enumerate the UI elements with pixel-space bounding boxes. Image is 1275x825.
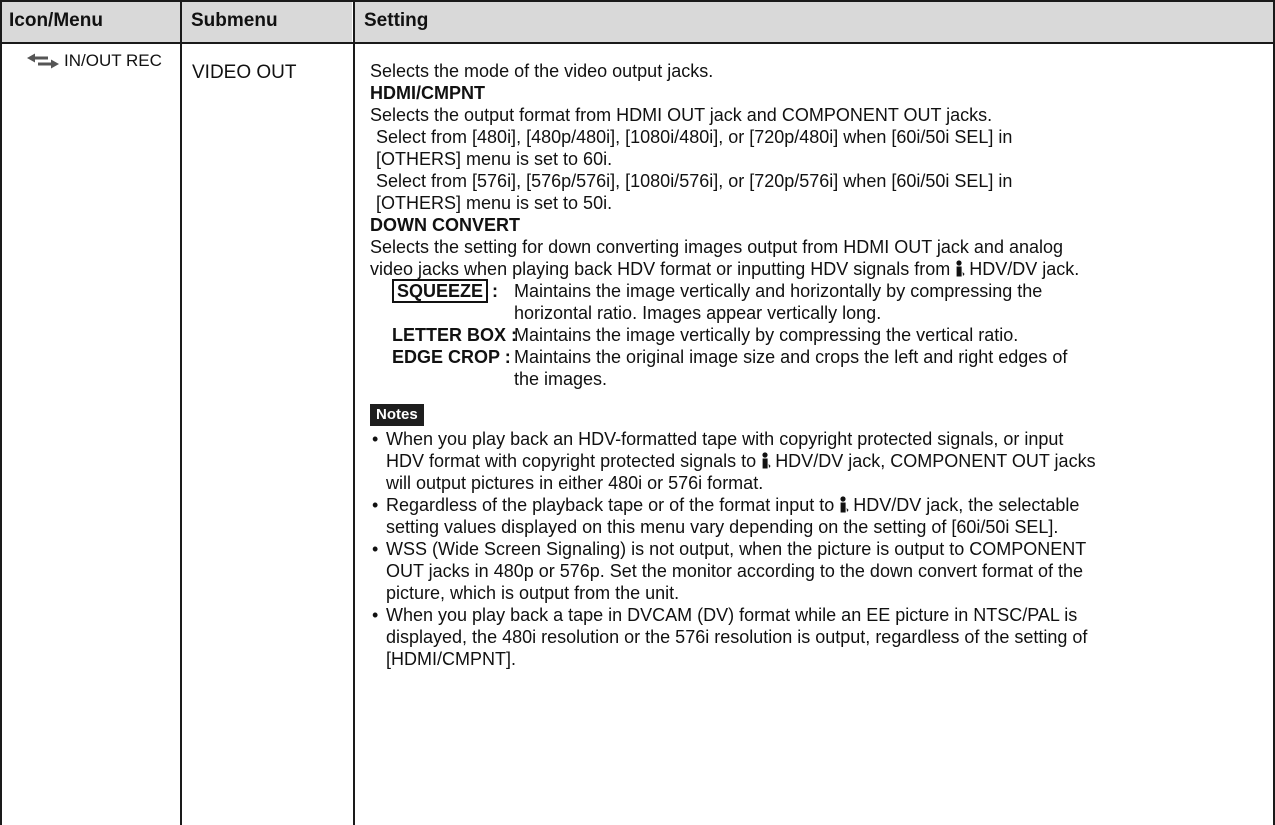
note-4-line3: [HDMI/CMPNT].	[386, 649, 516, 669]
select-50i-line2: [OTHERS] menu is set to 50i.	[376, 193, 613, 213]
header-submenu: Submenu	[191, 10, 278, 31]
select-60i-line1: Select from [480i], [480p/480i], [1080i/…	[376, 127, 1013, 147]
dv-jack-icon	[956, 260, 965, 277]
option-edge-crop-desc: Maintains the original image size and cr…	[514, 347, 1068, 389]
note-4-line2: displayed, the 480i resolution or the 57…	[386, 627, 1088, 647]
hdmi-cmpnt-heading: HDMI/CMPNT	[370, 83, 485, 103]
setting-description: Selects the mode of the video output jac…	[370, 60, 1265, 670]
header-bottom-border	[0, 42, 1275, 44]
down-convert-desc-line2: video jacks when playing back HDV format…	[370, 258, 1265, 280]
note-2-line1: Regardless of the playback tape or of th…	[386, 494, 1265, 516]
menu-settings-table: Icon/Menu Submenu Setting IN/OUT REC VID…	[0, 0, 1275, 825]
note-1-line2-post: HDV/DV jack, COMPONENT OUT jacks	[775, 451, 1096, 471]
option-letter-box: LETTER BOX :Maintains the image vertical…	[392, 324, 1265, 346]
col-divider-1	[180, 0, 182, 825]
table-left-border	[0, 0, 2, 825]
note-3-line1: WSS (Wide Screen Signaling) is not outpu…	[386, 539, 1087, 559]
note-4-line1: When you play back a tape in DVCAM (DV) …	[386, 605, 1078, 625]
option-squeeze-sep: :	[492, 281, 499, 301]
down-convert-desc-post: HDV/DV jack.	[969, 259, 1080, 279]
note-item-2: Regardless of the playback tape or of th…	[370, 494, 1265, 538]
in-out-arrows-icon	[27, 53, 59, 69]
option-squeeze: SQUEEZE: Maintains the image vertically …	[392, 279, 1265, 324]
note-1-line3: will output pictures in either 480i or 5…	[386, 473, 764, 493]
table-top-border	[0, 0, 1275, 2]
setting-intro: Selects the mode of the video output jac…	[370, 61, 714, 81]
dv-jack-icon	[762, 452, 771, 469]
note-1-line2: HDV format with copyright protected sign…	[386, 450, 1265, 472]
note-2-line2: setting values displayed on this menu va…	[386, 517, 1059, 537]
note-item-4: When you play back a tape in DVCAM (DV) …	[370, 604, 1265, 670]
option-letter-box-desc: Maintains the image vertically by compre…	[514, 325, 1019, 345]
option-squeeze-term: SQUEEZE:	[392, 279, 516, 303]
note-3-line2: OUT jacks in 480p or 576p. Set the monit…	[386, 561, 1084, 581]
note-item-3: WSS (Wide Screen Signaling) is not outpu…	[370, 538, 1265, 604]
dv-jack-icon	[840, 496, 849, 513]
note-1-line2-pre: HDV format with copyright protected sign…	[386, 451, 757, 471]
option-edge-crop-term: EDGE CROP :	[392, 347, 511, 367]
header-setting: Setting	[364, 10, 429, 31]
header-cell-icon-menu: Icon/Menu	[0, 0, 180, 42]
select-60i-line2: [OTHERS] menu is set to 60i.	[376, 149, 613, 169]
menu-label: IN/OUT REC	[64, 51, 162, 70]
note-1-line1: When you play back an HDV-formatted tape…	[386, 429, 1064, 449]
option-edge-crop: EDGE CROP : Maintains the original image …	[392, 346, 1265, 390]
option-letter-box-term: LETTER BOX :	[392, 325, 517, 345]
note-2-line1-post: HDV/DV jack, the selectable	[853, 495, 1080, 515]
note-item-1: When you play back an HDV-formatted tape…	[370, 428, 1265, 494]
select-50i-line1: Select from [576i], [576p/576i], [1080i/…	[376, 171, 1013, 191]
down-convert-desc-line1: Selects the setting for down converting …	[370, 237, 1064, 257]
submenu-label: VIDEO OUT	[192, 62, 297, 83]
header-icon-menu: Icon/Menu	[9, 10, 103, 31]
down-convert-heading: DOWN CONVERT	[370, 215, 520, 235]
note-3-line3: picture, which is output from the unit.	[386, 583, 680, 603]
squeeze-default-box: SQUEEZE	[392, 279, 489, 303]
header-cell-submenu: Submenu	[182, 0, 352, 42]
option-squeeze-desc: Maintains the image vertically and horiz…	[514, 281, 1043, 323]
down-convert-desc-pre: video jacks when playing back HDV format…	[370, 259, 951, 279]
notes-badge: Notes	[370, 404, 424, 426]
col-divider-2	[353, 0, 355, 825]
header-cell-setting: Setting	[355, 0, 1275, 42]
note-2-line1-pre: Regardless of the playback tape or of th…	[386, 495, 835, 515]
hdmi-cmpnt-desc: Selects the output format from HDMI OUT …	[370, 105, 993, 125]
